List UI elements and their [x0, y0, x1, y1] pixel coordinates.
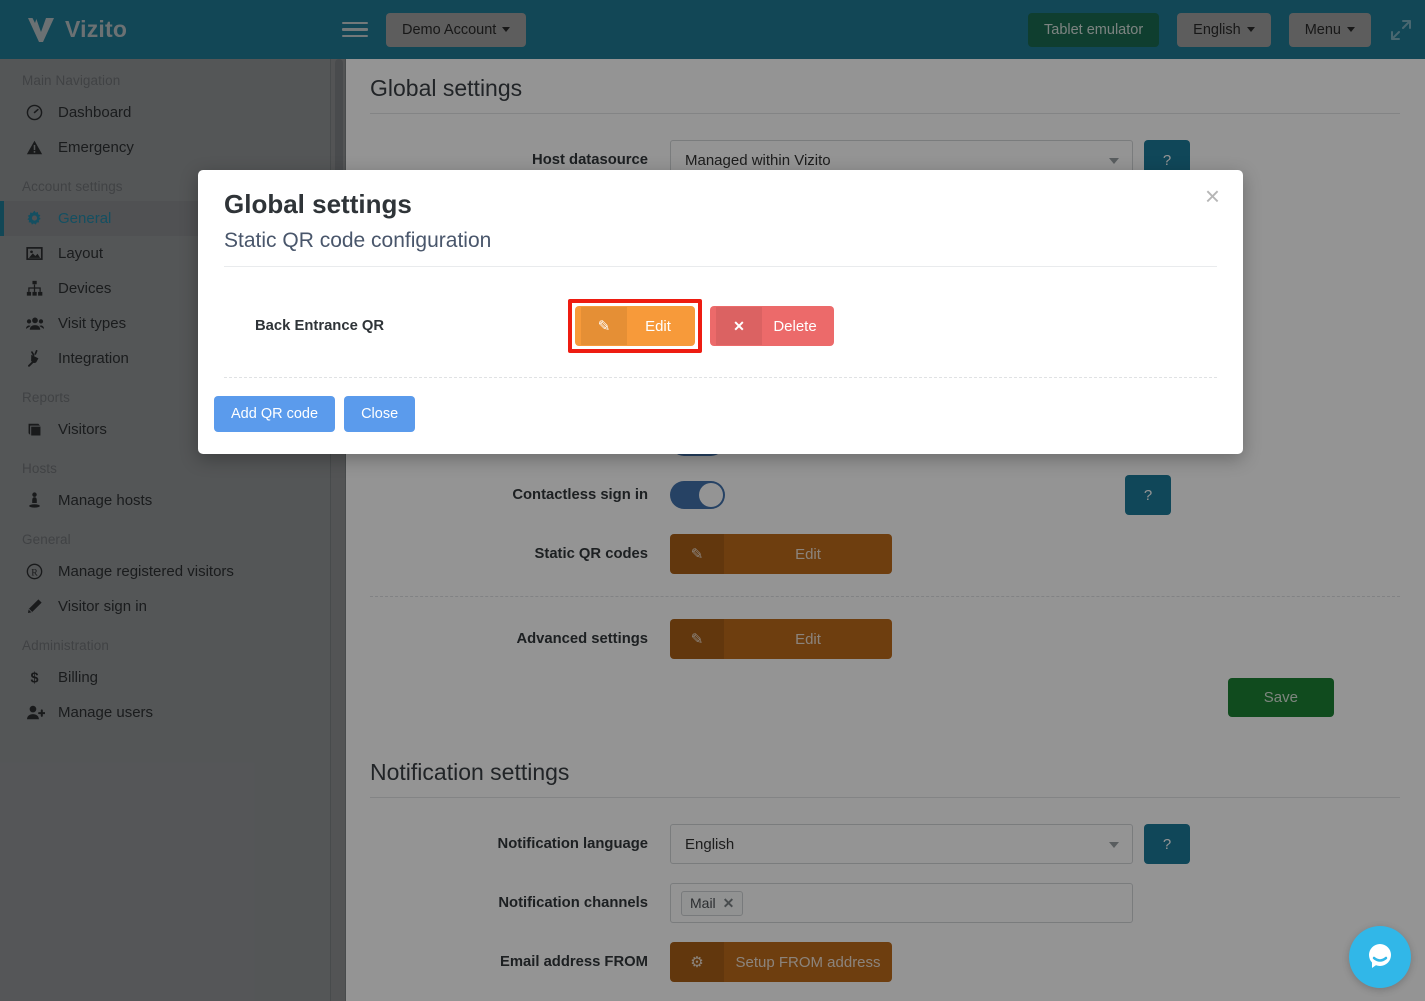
qr-code-name: Back Entrance QR — [224, 318, 568, 334]
chat-bubble-icon — [1365, 942, 1395, 972]
add-qr-code-button[interactable]: Add QR code — [214, 396, 335, 432]
static-qr-code-modal: × Global settings Static QR code configu… — [198, 170, 1243, 454]
modal-close-footer-button[interactable]: Close — [344, 396, 415, 432]
qr-edit-button[interactable]: ✎ Edit — [575, 306, 695, 346]
edit-button-highlight: ✎ Edit — [568, 299, 702, 353]
close-x-icon: ✕ — [716, 307, 762, 345]
qr-code-row: Back Entrance QR ✎ Edit ✕ Delete — [224, 279, 1217, 378]
qr-edit-label: Edit — [627, 307, 689, 345]
qr-delete-button[interactable]: ✕ Delete — [710, 306, 834, 346]
edit-pencil-icon: ✎ — [581, 307, 627, 345]
modal-subtitle: Static QR code configuration — [224, 229, 1217, 267]
qr-delete-label: Delete — [762, 307, 828, 345]
modal-title: Global settings — [224, 189, 1217, 220]
modal-close-button[interactable]: × — [1199, 182, 1226, 210]
chat-widget-button[interactable] — [1349, 926, 1411, 988]
modal-backdrop[interactable] — [0, 0, 1425, 1001]
